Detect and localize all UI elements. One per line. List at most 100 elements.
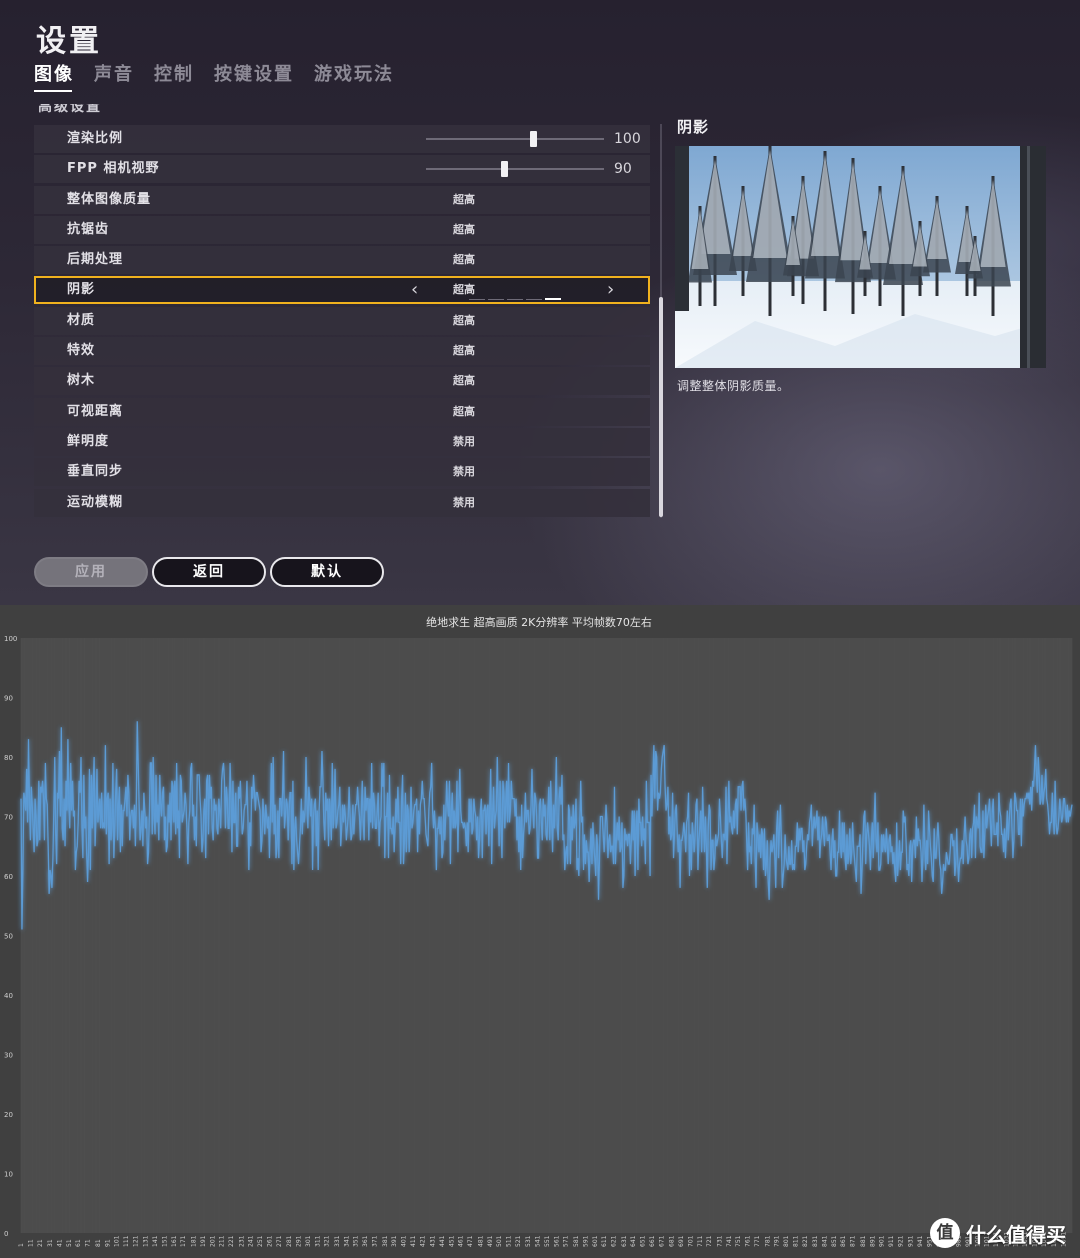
setting-value: 超高 [453,253,475,267]
x-tick-label: 661 [649,1235,656,1247]
chevron-right-icon[interactable]: › [607,276,614,304]
setting-row[interactable]: 材质 超高 [34,306,650,335]
tab-4[interactable]: 游戏玩法 [314,60,394,92]
setting-label: 渲染比例 [67,131,124,146]
watermark-text: 什么值得买 [966,1222,1066,1247]
x-tick-label: 741 [726,1235,733,1247]
x-tick-label: 41 [56,1239,63,1247]
x-tick-label: 371 [372,1235,379,1247]
setting-value: 禁用 [453,434,475,448]
x-tick-label: 231 [238,1235,245,1247]
x-tick-label: 561 [553,1235,560,1247]
x-tick-label: 541 [535,1235,542,1247]
x-tick-label: 201 [209,1235,216,1247]
watermark-logo: 值 [930,1218,960,1248]
slider-handle[interactable] [501,161,509,178]
setting-row[interactable]: FPP 相机视野 90 [34,155,650,184]
setting-row[interactable]: 后期处理 超高 [34,246,650,275]
y-tick-label: 50 [4,933,13,941]
setting-row[interactable]: 鲜明度 禁用 [34,427,650,456]
x-tick-label: 31 [47,1239,54,1247]
x-tick-label: 581 [573,1235,580,1247]
x-tick-label: 781 [764,1235,771,1247]
x-tick-label: 821 [802,1235,809,1247]
x-tick-label: 61 [75,1239,82,1247]
x-tick-label: 771 [754,1235,761,1247]
tab-3[interactable]: 按键设置 [214,60,294,92]
x-tick-label: 171 [180,1235,187,1247]
setting-row[interactable]: 整体图像质量 超高 [34,185,650,214]
x-tick-label: 611 [601,1235,608,1247]
chart-title: 绝地求生 超高画质 2K分辨率 平均帧数70左右 [426,615,652,629]
preview-image [675,146,1046,368]
back-button[interactable]: 返回 [152,557,266,587]
section-heading: 高级设置 [38,104,102,115]
x-tick-label: 671 [658,1235,665,1247]
x-tick-label: 591 [582,1235,589,1247]
tab-2[interactable]: 控制 [154,60,194,92]
setting-row[interactable]: 树木 超高 [34,367,650,396]
page-title: 设置 [36,24,102,59]
x-tick-label: 271 [276,1235,283,1247]
x-tick-label: 691 [678,1235,685,1247]
x-tick-label: 801 [783,1235,790,1247]
x-tick-label: 551 [544,1235,551,1247]
x-tick-label: 491 [487,1235,494,1247]
setting-row[interactable]: 垂直同步 禁用 [34,458,650,487]
x-tick-label: 681 [669,1235,676,1247]
setting-row[interactable]: 渲染比例 100 [34,125,650,153]
x-tick-label: 411 [410,1235,417,1247]
x-tick-label: 261 [267,1235,274,1247]
setting-slider[interactable] [426,161,604,178]
tab-1[interactable]: 声音 [94,60,134,92]
x-tick-label: 241 [248,1235,255,1247]
apply-button[interactable]: 应用 [34,557,148,587]
x-tick-label: 141 [152,1235,159,1247]
x-tick-label: 381 [382,1235,389,1247]
tab-0[interactable]: 图像 [34,60,74,92]
chevron-left-icon[interactable]: ‹ [411,276,418,304]
x-tick-label: 481 [477,1235,484,1247]
x-tick-label: 701 [687,1235,694,1247]
x-tick-label: 941 [917,1235,924,1247]
level-segment [526,299,542,301]
scrollbar-thumb[interactable] [659,297,663,517]
slider-handle[interactable] [529,131,537,147]
x-tick-label: 731 [717,1235,724,1247]
setting-value: 禁用 [453,495,475,509]
x-tick-label: 451 [448,1235,455,1247]
setting-label: 抗锯齿 [67,221,110,237]
settings-screen: 设置 图像 声音 控制 按键设置 游戏玩法 高级设置 渲染比例 100 FPP 相机视野 90… [0,0,1080,605]
x-tick-label: 1 [18,1243,25,1247]
x-tick-label: 921 [897,1235,904,1247]
x-tick-label: 161 [171,1235,178,1247]
y-tick-label: 60 [4,873,13,881]
y-tick-label: 80 [4,754,13,762]
setting-row[interactable]: 特效 超高 [34,337,650,366]
preview-description: 调整整体阴影质量。 [677,379,790,393]
setting-label: 垂直同步 [67,464,124,480]
setting-value: 超高 [453,222,475,236]
setting-label: FPP 相机视野 [67,161,160,177]
fps-chart: 绝地求生 超高画质 2K分辨率 平均帧数70左右 0 10 20 30 40 50 60 70… [0,605,1080,1258]
default-button[interactable]: 默认 [270,557,384,587]
setting-row[interactable]: 抗锯齿 超高 [34,215,650,244]
y-tick-label: 20 [4,1111,13,1119]
x-tick-label: 641 [630,1235,637,1247]
level-segment [469,299,485,301]
x-tick-label: 11 [27,1239,34,1247]
x-tick-label: 871 [850,1235,857,1247]
settings-list: 渲染比例 100 FPP 相机视野 90 整体图像质量 超高 抗锯齿 超高 后期处理 超高 阴影 超高… [34,125,650,519]
setting-row[interactable]: 可视距离 超高 [34,397,650,426]
x-tick-label: 571 [563,1235,570,1247]
setting-row[interactable]: 阴影 超高 ‹ › [34,276,650,305]
setting-slider[interactable] [426,131,604,147]
y-tick-label: 90 [4,695,13,703]
preview-title: 阴影 [677,118,710,136]
y-tick-label: 40 [4,992,13,1000]
x-tick-label: 851 [831,1235,838,1247]
x-tick-label: 861 [840,1235,847,1247]
x-tick-label: 751 [735,1235,742,1247]
setting-row[interactable]: 运动模糊 禁用 [34,488,650,517]
setting-label: 后期处理 [67,252,124,268]
